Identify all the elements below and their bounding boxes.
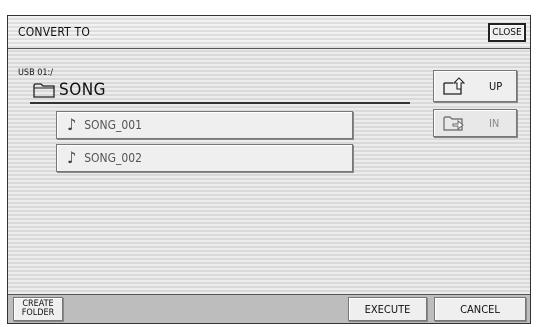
file-item-song-002[interactable]: ♪ SONG_002 (56, 144, 353, 172)
title-bar: CONVERT TO CLOSE (8, 16, 530, 49)
file-name: SONG_002 (84, 151, 142, 165)
in-label: IN (489, 116, 500, 130)
file-item-song-001[interactable]: ♪ SONG_001 (56, 111, 353, 139)
up-button[interactable]: UP (433, 70, 517, 102)
folder-name: SONG (59, 80, 107, 100)
footer-bar: CREATE FOLDER EXECUTE CANCEL (8, 294, 530, 323)
up-label: UP (489, 79, 503, 93)
device-path: USB 01:/ (18, 68, 53, 78)
close-button[interactable]: CLOSE (488, 23, 526, 42)
cancel-button[interactable]: CANCEL (434, 297, 526, 321)
music-note-icon: ♪ (67, 115, 77, 134)
execute-button[interactable]: EXECUTE (348, 297, 427, 321)
convert-dialog: CONVERT TO CLOSE USB 01:/ SONG ♪ SONG_00… (7, 15, 531, 324)
folder-up-icon (443, 77, 465, 95)
create-folder-label-line2: FOLDER (21, 308, 55, 318)
current-folder: SONG (33, 79, 106, 101)
in-button[interactable]: IN (433, 109, 517, 137)
file-name: SONG_001 (84, 118, 142, 132)
folder-in-icon (443, 116, 464, 131)
folder-underline (30, 102, 410, 104)
music-note-icon: ♪ (67, 148, 77, 167)
folder-icon (33, 83, 55, 98)
create-folder-button[interactable]: CREATE FOLDER (13, 297, 63, 321)
dialog-title: CONVERT TO (18, 25, 91, 39)
